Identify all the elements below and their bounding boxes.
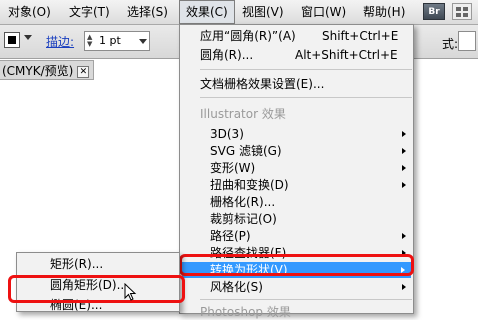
- menu-effect[interactable]: 效果(C): [179, 0, 235, 24]
- annotation-highlight-rounded-rect: [8, 275, 185, 303]
- arrange-documents-button[interactable]: [452, 3, 472, 20]
- effect-crop-marks[interactable]: 裁剪标记(O): [210, 211, 412, 227]
- effect-distort-label: 扭曲和变换(D): [210, 178, 289, 192]
- menu-view[interactable]: 视图(V): [236, 0, 290, 24]
- menu-separator: [200, 69, 412, 70]
- stroke-weight-field[interactable]: ▲ ▼ 1 pt: [84, 31, 150, 51]
- submenu-arrow-icon: [402, 148, 406, 154]
- document-raster-settings[interactable]: 文档栅格效果设置(E)...: [200, 76, 324, 92]
- stroke-weight-value: 1 pt: [99, 34, 121, 47]
- last-effect-shortcut: Alt+Shift+Ctrl+E: [295, 48, 398, 62]
- submenu-arrow-icon: [402, 233, 406, 239]
- stepper-arrows-icon[interactable]: ▲ ▼: [87, 34, 96, 48]
- last-effect-roundcorner[interactable]: 圆角(R)... Alt+Shift+Ctrl+E: [200, 47, 398, 63]
- document-tab[interactable]: (CMYK/预览) ✕: [0, 60, 95, 80]
- apply-last-effect[interactable]: 应用“圆角(R)”(A) Shift+Ctrl+E: [200, 28, 398, 44]
- illustrator-effects-header: Illustrator 效果: [200, 107, 286, 121]
- document-tab-label: (CMYK/预览): [2, 64, 74, 78]
- stroke-label[interactable]: 描边:: [46, 33, 74, 50]
- chevron-down-icon[interactable]: [24, 35, 32, 40]
- bridge-button[interactable]: Br: [423, 3, 445, 20]
- mouse-pointer-icon: [124, 283, 137, 301]
- apply-last-effect-label: 应用“圆角(R)”(A): [200, 29, 296, 43]
- effect-3d-label: 3D(3): [210, 127, 244, 141]
- menu-separator: [200, 299, 412, 300]
- menu-separator: [200, 97, 412, 98]
- menu-object[interactable]: 对象(O): [2, 0, 57, 24]
- style-label: 式:: [442, 37, 459, 51]
- effect-svg-filters[interactable]: SVG 滤镜(G): [210, 143, 412, 159]
- stroke-swatch[interactable]: [4, 32, 20, 48]
- effect-path[interactable]: 路径(P): [210, 228, 412, 244]
- graphic-style-swatch[interactable]: [458, 31, 476, 51]
- effect-rasterize[interactable]: 栅格化(R)...: [210, 194, 412, 210]
- effect-path-label: 路径(P): [210, 229, 251, 243]
- black-square-icon: [8, 36, 16, 44]
- effect-warp[interactable]: 变形(W): [210, 160, 412, 176]
- menu-window[interactable]: 窗口(W): [295, 0, 352, 24]
- effect-stylize[interactable]: 风格化(S): [210, 279, 412, 295]
- menu-type[interactable]: 文字(T): [63, 0, 116, 24]
- effect-stylize-label: 风格化(S): [210, 280, 263, 294]
- chevron-down-icon[interactable]: [139, 39, 147, 44]
- menu-help[interactable]: 帮助(H): [357, 0, 411, 24]
- submenu-arrow-icon: [402, 182, 406, 188]
- effect-distort-transform[interactable]: 扭曲和变换(D): [210, 177, 412, 193]
- effect-rasterize-label: 栅格化(R)...: [210, 195, 276, 209]
- shape-rectangle[interactable]: 矩形(R)...: [50, 256, 103, 272]
- submenu-arrow-icon: [402, 131, 406, 137]
- photoshop-effects-header: Photoshop 效果: [200, 305, 291, 319]
- grid-icon: [456, 7, 468, 17]
- submenu-arrow-icon: [402, 165, 406, 171]
- effect-svg-label: SVG 滤镜(G): [210, 144, 282, 158]
- effect-warp-label: 变形(W): [210, 161, 256, 175]
- last-effect-label: 圆角(R)...: [200, 48, 254, 62]
- menu-select[interactable]: 选择(S): [121, 0, 174, 24]
- annotation-highlight-convert: [179, 254, 414, 276]
- close-icon[interactable]: ✕: [77, 65, 90, 78]
- effect-3d[interactable]: 3D(3): [210, 126, 412, 142]
- menu-bar: 对象(O) 文字(T) 选择(S) 效果(C) 视图(V) 窗口(W) 帮助(H…: [0, 0, 478, 25]
- submenu-arrow-icon: [402, 284, 406, 290]
- apply-shortcut: Shift+Ctrl+E: [322, 29, 399, 43]
- effect-crop-marks-label: 裁剪标记(O): [210, 212, 277, 226]
